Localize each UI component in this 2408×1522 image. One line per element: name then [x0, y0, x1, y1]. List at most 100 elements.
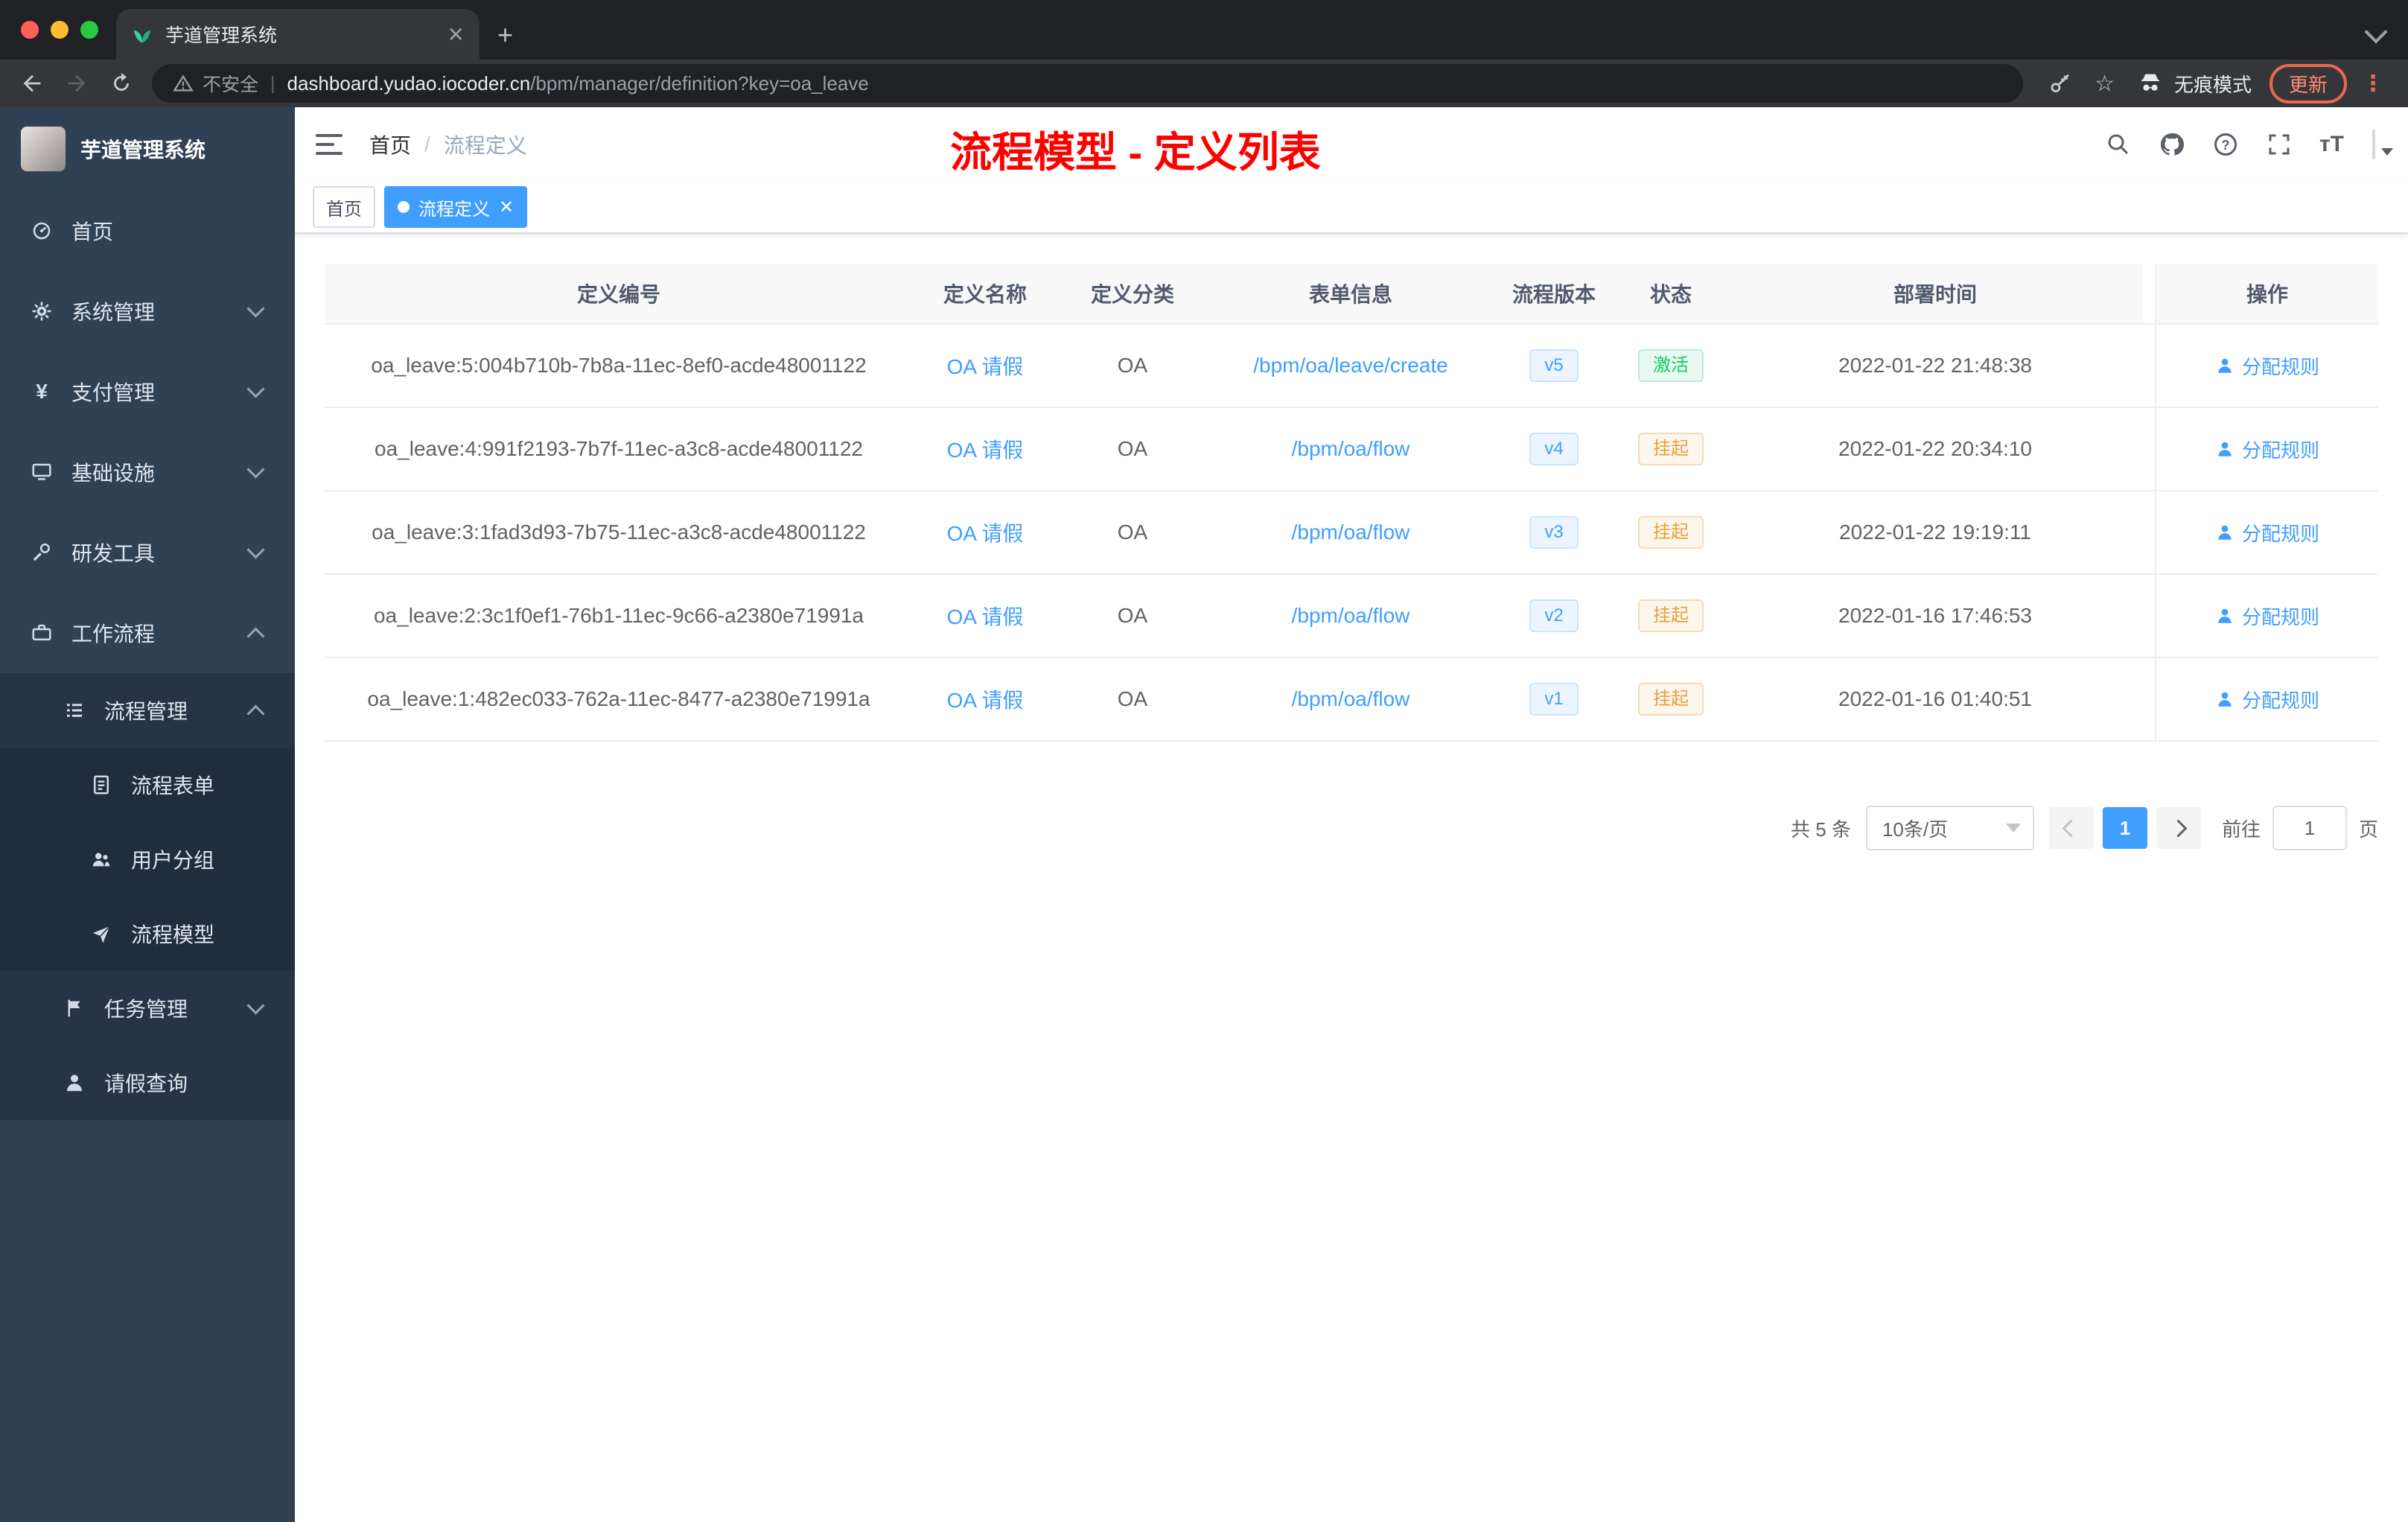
form-info-link[interactable]: /bpm/oa/flow	[1292, 437, 1410, 461]
pagination: 共 5 条 10条/页 1 前往 页	[325, 806, 2378, 850]
chevron-down-icon	[246, 540, 265, 559]
sidebar-item-home[interactable]: 首页	[0, 191, 295, 271]
address-bar[interactable]: 不安全 | dashboard.yudao.iocoder.cn /bpm/ma…	[152, 64, 2024, 103]
close-window-button[interactable]	[21, 21, 39, 39]
browser-toolbar: 不安全 | dashboard.yudao.iocoder.cn /bpm/ma…	[0, 60, 2408, 107]
chevron-up-icon	[246, 626, 265, 646]
tag-home[interactable]: 首页	[313, 186, 375, 228]
bookmark-star-icon[interactable]: ☆	[2095, 71, 2115, 97]
font-size-icon[interactable]: тT	[2319, 132, 2344, 157]
incognito-label: 无痕模式	[2173, 73, 2252, 96]
browser-menu-icon[interactable]: ⋮	[2362, 71, 2384, 97]
search-icon[interactable]	[2105, 131, 2132, 158]
next-page-button[interactable]	[2156, 807, 2201, 849]
favicon	[131, 23, 153, 45]
assign-rule-link[interactable]: 分配规则	[2215, 436, 2319, 463]
definition-name-link[interactable]: OA 请假	[947, 518, 1024, 547]
sidebar-item-devtools[interactable]: 研发工具	[0, 512, 295, 593]
definition-name-link[interactable]: OA 请假	[947, 351, 1024, 380]
sidebar-item-workflow[interactable]: 工作流程	[0, 593, 295, 673]
breadcrumb-separator: /	[424, 133, 430, 156]
tab-close-icon[interactable]: ✕	[447, 22, 465, 47]
tab-search-chevron-icon[interactable]	[2364, 20, 2388, 44]
sidebar-toggle-icon[interactable]	[316, 134, 343, 155]
forward-icon[interactable]	[64, 71, 89, 96]
table-row: oa_leave:5:004b710b-7b8a-11ec-8ef0-acde4…	[325, 325, 2378, 408]
fullscreen-icon[interactable]	[2266, 131, 2293, 158]
chevron-down-icon	[246, 459, 265, 479]
definition-name-link[interactable]: OA 请假	[947, 601, 1024, 631]
col-definition-name: 定义名称	[913, 264, 1057, 323]
version-badge: v5	[1529, 349, 1579, 382]
assign-rule-link[interactable]: 分配规则	[2215, 519, 2319, 547]
assign-rule-link[interactable]: 分配规则	[2215, 352, 2319, 380]
page-size-select[interactable]: 10条/页	[1865, 806, 2034, 850]
avatar-image	[2372, 129, 2375, 159]
url-path: /bpm/manager/definition?key=oa_leave	[530, 71, 869, 95]
cell-category: OA	[1117, 437, 1148, 460]
breadcrumb: 首页 / 流程定义	[369, 130, 527, 159]
column-gap	[2143, 408, 2155, 490]
sidebar-item-system[interactable]: 系统管理	[0, 271, 295, 351]
sidebar-item-payment[interactable]: ¥ 支付管理	[0, 351, 295, 432]
browser-tab[interactable]: 芋道管理系统 ✕	[116, 9, 480, 60]
column-gap	[2143, 491, 2155, 573]
page-1-button[interactable]: 1	[2102, 807, 2147, 849]
form-info-link[interactable]: /bpm/oa/flow	[1292, 520, 1410, 544]
status-badge: 挂起	[1638, 516, 1704, 549]
chevron-down-icon	[246, 299, 265, 318]
sidebar-logo[interactable]: 芋道管理系统	[0, 107, 295, 191]
assign-rule-link[interactable]: 分配规则	[2215, 602, 2319, 630]
sidebar-item-task-management[interactable]: 任务管理	[0, 971, 295, 1045]
url-host: dashboard.yudao.iocoder.cn	[287, 71, 531, 95]
definition-name-link[interactable]: OA 请假	[947, 434, 1024, 464]
goto-page-input[interactable]	[2272, 806, 2347, 850]
logo-avatar	[21, 127, 66, 171]
assign-rule-link[interactable]: 分配规则	[2215, 686, 2319, 713]
sidebar: 芋道管理系统 首页 系统管理 ¥ 支付管理 基础设施 研发工具 工作流程 流程管理 流程表单 用户…	[0, 107, 295, 1522]
minimize-window-button[interactable]	[51, 21, 69, 39]
status-badge: 挂起	[1638, 683, 1704, 716]
user-avatar[interactable]	[2372, 129, 2393, 159]
form-info-link[interactable]: /bpm/oa/flow	[1292, 604, 1410, 628]
sidebar-item-user-group[interactable]: 用户分组	[0, 822, 295, 897]
form-info-link[interactable]: /bpm/oa/leave/create	[1253, 354, 1448, 378]
sidebar-item-process-model[interactable]: 流程模型	[0, 897, 295, 971]
tag-close-icon[interactable]: ✕	[499, 197, 514, 218]
chevron-down-icon	[246, 379, 265, 398]
key-icon[interactable]	[2048, 71, 2074, 96]
browser-tab-strip: 芋道管理系统 ✕ +	[0, 0, 2408, 60]
header-actions: ? тT	[2092, 129, 2408, 159]
maximize-window-button[interactable]	[80, 21, 98, 39]
not-secure-icon	[173, 74, 194, 92]
breadcrumb-home[interactable]: 首页	[369, 130, 411, 159]
prev-page-button[interactable]	[2048, 807, 2094, 849]
process-icon	[63, 698, 86, 722]
sidebar-item-infrastructure[interactable]: 基础设施	[0, 432, 295, 512]
sidebar-item-leave-query[interactable]: 请假查询	[0, 1045, 295, 1120]
gear-icon	[30, 299, 54, 323]
dashboard-icon	[30, 219, 54, 243]
new-tab-button[interactable]: +	[497, 19, 513, 51]
url-separator: |	[270, 72, 275, 94]
reload-icon[interactable]	[109, 71, 134, 96]
cell-deploy-time: 2022-01-22 19:19:11	[1839, 520, 2031, 544]
sidebar-item-process-management[interactable]: 流程管理	[0, 673, 295, 748]
table-row: oa_leave:4:991f2193-7b7f-11ec-a3c8-acde4…	[325, 408, 2378, 491]
user-icon	[2218, 692, 2232, 707]
svg-text:?: ?	[2221, 138, 2229, 153]
user-icon	[2218, 525, 2232, 540]
update-button[interactable]: 更新	[2269, 63, 2347, 104]
definition-name-link[interactable]: OA 请假	[947, 684, 1024, 714]
window-controls[interactable]	[21, 21, 98, 39]
status-badge: 挂起	[1638, 433, 1704, 465]
chevron-down-icon	[2005, 824, 2021, 832]
security-label[interactable]: 不安全	[203, 70, 258, 97]
back-icon[interactable]	[19, 71, 45, 96]
sidebar-item-process-form[interactable]: 流程表单	[0, 748, 295, 822]
github-icon[interactable]	[2159, 131, 2185, 158]
help-icon[interactable]: ?	[2212, 131, 2239, 158]
cell-deploy-time: 2022-01-16 17:46:53	[1838, 604, 2032, 627]
form-info-link[interactable]: /bpm/oa/flow	[1292, 687, 1410, 711]
tag-process-definition[interactable]: 流程定义 ✕	[384, 186, 528, 228]
